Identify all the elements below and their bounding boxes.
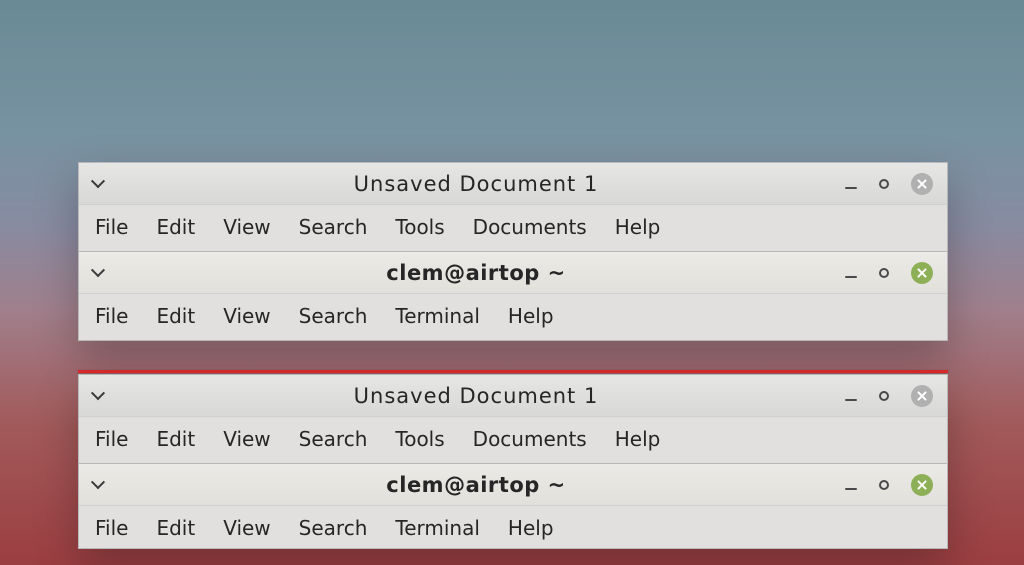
- maximize-icon: [879, 268, 889, 278]
- minimize-icon: [845, 488, 857, 490]
- menu-view[interactable]: View: [223, 304, 270, 328]
- maximize-icon: [879, 480, 889, 490]
- titlebar[interactable]: Unsaved Document 1: [79, 375, 947, 417]
- maximize-button[interactable]: [879, 174, 889, 193]
- menu-search[interactable]: Search: [299, 427, 368, 451]
- menu-view[interactable]: View: [223, 215, 270, 239]
- maximize-icon: [879, 179, 889, 189]
- menubar: File Edit View Search Terminal Help: [79, 294, 947, 340]
- menubar: File Edit View Search Tools Documents He…: [79, 417, 947, 463]
- editor-window-bottom: Unsaved Document 1 File Edit View Search…: [78, 374, 948, 464]
- chevron-down-icon[interactable]: [89, 175, 107, 193]
- window-controls: [845, 173, 933, 195]
- close-button[interactable]: [911, 385, 933, 407]
- minimize-icon: [845, 187, 857, 189]
- desktop-background: Unsaved Document 1 File Edit View Search…: [0, 0, 1024, 565]
- minimize-button[interactable]: [845, 475, 857, 494]
- menu-help[interactable]: Help: [508, 304, 554, 328]
- menu-file[interactable]: File: [95, 427, 128, 451]
- close-icon: [917, 268, 927, 278]
- menu-tools[interactable]: Tools: [395, 427, 444, 451]
- maximize-button[interactable]: [879, 386, 889, 405]
- menu-documents[interactable]: Documents: [473, 427, 587, 451]
- window-stack-top: Unsaved Document 1 File Edit View Search…: [78, 162, 948, 341]
- window-title: clem@airtop ~: [107, 473, 845, 497]
- menu-help[interactable]: Help: [508, 516, 554, 540]
- window-title: clem@airtop ~: [107, 261, 845, 285]
- maximize-button[interactable]: [879, 475, 889, 494]
- chevron-down-icon[interactable]: [89, 387, 107, 405]
- window-title: Unsaved Document 1: [107, 172, 845, 196]
- menu-terminal[interactable]: Terminal: [395, 304, 480, 328]
- minimize-icon: [845, 399, 857, 401]
- menu-edit[interactable]: Edit: [156, 215, 195, 239]
- menu-edit[interactable]: Edit: [156, 427, 195, 451]
- menu-help[interactable]: Help: [615, 427, 661, 451]
- menu-help[interactable]: Help: [615, 215, 661, 239]
- menu-search[interactable]: Search: [299, 304, 368, 328]
- minimize-button[interactable]: [845, 263, 857, 282]
- menu-edit[interactable]: Edit: [156, 516, 195, 540]
- menu-tools[interactable]: Tools: [395, 215, 444, 239]
- menu-view[interactable]: View: [223, 516, 270, 540]
- window-controls: [845, 262, 933, 284]
- menu-view[interactable]: View: [223, 427, 270, 451]
- terminal-window-bottom: clem@airtop ~ File Edit View Search Term…: [78, 464, 948, 549]
- close-icon: [917, 179, 927, 189]
- maximize-icon: [879, 391, 889, 401]
- menubar: File Edit View Search Terminal Help: [79, 506, 947, 548]
- close-icon: [917, 391, 927, 401]
- window-title: Unsaved Document 1: [107, 384, 845, 408]
- terminal-window-top: clem@airtop ~ File Edit View Search Term…: [78, 252, 948, 341]
- chevron-down-icon[interactable]: [89, 476, 107, 494]
- window-controls: [845, 385, 933, 407]
- minimize-button[interactable]: [845, 386, 857, 405]
- maximize-button[interactable]: [879, 263, 889, 282]
- minimize-icon: [845, 276, 857, 278]
- close-button[interactable]: [911, 173, 933, 195]
- close-icon: [917, 480, 927, 490]
- menu-search[interactable]: Search: [299, 215, 368, 239]
- menubar: File Edit View Search Tools Documents He…: [79, 205, 947, 251]
- separator-line: [78, 370, 948, 373]
- menu-search[interactable]: Search: [299, 516, 368, 540]
- minimize-button[interactable]: [845, 174, 857, 193]
- menu-edit[interactable]: Edit: [156, 304, 195, 328]
- titlebar[interactable]: clem@airtop ~: [79, 252, 947, 294]
- window-stack-bottom: Unsaved Document 1 File Edit View Search…: [78, 374, 948, 549]
- titlebar[interactable]: Unsaved Document 1: [79, 163, 947, 205]
- close-button[interactable]: [911, 474, 933, 496]
- menu-documents[interactable]: Documents: [473, 215, 587, 239]
- window-controls: [845, 474, 933, 496]
- chevron-down-icon[interactable]: [89, 264, 107, 282]
- menu-file[interactable]: File: [95, 304, 128, 328]
- menu-terminal[interactable]: Terminal: [395, 516, 480, 540]
- titlebar[interactable]: clem@airtop ~: [79, 464, 947, 506]
- menu-file[interactable]: File: [95, 215, 128, 239]
- close-button[interactable]: [911, 262, 933, 284]
- menu-file[interactable]: File: [95, 516, 128, 540]
- editor-window-top: Unsaved Document 1 File Edit View Search…: [78, 162, 948, 252]
